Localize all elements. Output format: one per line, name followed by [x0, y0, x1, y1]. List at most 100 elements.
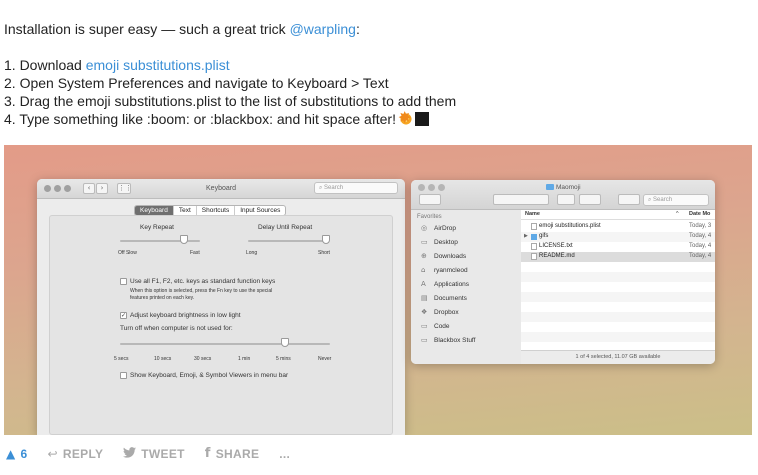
- tick-5-secs: 5 secs: [114, 356, 129, 362]
- step-1: 1. Download emoji substitutions.plist: [4, 57, 230, 73]
- tick-1-min: 1 min: [238, 356, 251, 362]
- finder-zoom-icon: [438, 184, 445, 191]
- tab-text: Text: [174, 206, 197, 215]
- desktop-icon: ▭: [421, 238, 428, 246]
- turn-off-knob: [281, 338, 289, 347]
- finder-sidebar: Favorites ◎ AirDrop ▭ Desktop ⊕ Downloads ⌂…: [411, 210, 521, 364]
- view-mode-buttons: [493, 194, 549, 205]
- brightness-checkbox: ✓: [120, 312, 127, 319]
- step-3: 3. Drag the emoji substitutions.plist to…: [4, 93, 457, 109]
- tab-input-sources: Input Sources: [240, 207, 281, 214]
- sidebar-item-code: ▭ Code: [421, 322, 450, 330]
- tweet-button[interactable]: TWEET: [123, 447, 185, 461]
- key-repeat-max-label: Fast: [190, 250, 200, 256]
- intro-line: Installation is super easy — such a grea…: [4, 21, 360, 37]
- share-button[interactable]: f SHARE: [205, 446, 259, 461]
- downloads-icon: ⊕: [421, 252, 427, 260]
- boom-emoji-icon: [398, 109, 413, 127]
- finder-search-field: ⌕ Search: [643, 194, 709, 206]
- tab-shortcuts: Shortcuts: [197, 206, 236, 215]
- key-repeat-label: Key Repeat: [140, 224, 174, 231]
- document-icon: [531, 223, 537, 230]
- delay-knob: [322, 235, 330, 244]
- reply-button[interactable]: ↩ REPLY: [48, 447, 104, 461]
- turn-off-slider: [120, 343, 330, 345]
- sidebar-item-dropbox: ❖ Dropbox: [421, 308, 459, 316]
- fn-keys-checkbox: [120, 278, 127, 285]
- applications-icon: A: [421, 280, 426, 288]
- post-actions: ▲ 6 ↩ REPLY TWEET f SHARE ...: [6, 446, 310, 461]
- share-icon: [618, 194, 640, 205]
- viewers-checkbox: [120, 372, 127, 379]
- tick-10-secs: 10 secs: [154, 356, 172, 362]
- sidebar-item-blackbox-stuff: ▭ Blackbox Stuff: [421, 336, 476, 344]
- key-repeat-min-label: Off Slow: [118, 250, 137, 256]
- file-row: emoji substitutions.plist Today, 3: [521, 222, 715, 232]
- turn-off-label: Turn off when computer is not used for:: [120, 325, 233, 332]
- post-body: Installation is super easy — such a grea…: [4, 20, 456, 128]
- step-4: 4. Type something like :boom: or :blackb…: [4, 109, 456, 128]
- keyboard-panel: Key Repeat Delay Until Repeat Off Slow F…: [49, 215, 393, 435]
- finder-status-bar: 1 of 4 selected, 11.07 GB available: [521, 350, 715, 364]
- delay-slider: [248, 240, 328, 242]
- sidebar-item-home: ⌂ ryanmcleod: [421, 266, 468, 274]
- keyboard-window-titlebar: ‹ › ⋮⋮ Keyboard ⌕ Search: [37, 179, 405, 199]
- delay-min-label: Long: [246, 250, 258, 256]
- file-row: ▶ gifs Today, 4: [524, 233, 712, 240]
- finder-folder-title: Maomoji: [546, 184, 581, 191]
- action-gear-icon: [579, 194, 601, 205]
- disclosure-triangle-icon: ▶: [524, 233, 528, 239]
- twitter-bird-icon: [123, 446, 137, 461]
- column-date: Date Mo: [689, 211, 711, 217]
- sidebar-item-desktop: ▭ Desktop: [421, 238, 458, 246]
- more-options-button[interactable]: ...: [279, 447, 290, 461]
- tab-keyboard: Keyboard: [135, 206, 174, 215]
- fn-keys-desc-1: When this option is selected, press the …: [130, 288, 273, 294]
- reply-icon: ↩: [47, 446, 58, 461]
- vote-count: 6: [20, 446, 28, 461]
- sort-arrow-icon: ^: [676, 211, 679, 217]
- fn-keys-label: Use all F1, F2, etc. keys as standard fu…: [130, 278, 276, 285]
- brightness-label: Adjust keyboard brightness in low light: [130, 312, 241, 319]
- tick-5-mins: 5 mins: [276, 356, 291, 362]
- arrange-icon: [557, 194, 575, 205]
- viewers-label: Show Keyboard, Emoji, & Symbol Viewers i…: [130, 372, 289, 379]
- facebook-icon: f: [204, 446, 211, 461]
- key-repeat-knob: [180, 235, 188, 244]
- favorites-header: Favorites: [417, 214, 442, 220]
- airdrop-icon: ◎: [421, 224, 428, 232]
- finder-minimize-icon: [428, 184, 435, 191]
- sidebar-item-applications: A Applications: [421, 280, 470, 288]
- document-icon: [531, 243, 537, 250]
- upvote-button[interactable]: ▲ 6: [6, 447, 28, 461]
- upvote-arrow-icon: ▲: [6, 446, 16, 461]
- sidebar-item-airdrop: ◎ AirDrop: [421, 224, 457, 232]
- finder-close-icon: [418, 184, 425, 191]
- column-name: Name: [525, 211, 540, 217]
- step-2: 2. Open System Preferences and navigate …: [4, 75, 389, 91]
- dropbox-icon: ❖: [421, 308, 428, 316]
- mention-link[interactable]: @warpling: [290, 21, 356, 37]
- home-icon: ⌂: [421, 266, 426, 274]
- tick-30-secs: 30 secs: [194, 356, 212, 362]
- delay-max-label: Short: [318, 250, 330, 256]
- sidebar-item-documents: ▤ Documents: [421, 294, 467, 302]
- finder-window: Maomoji ⌕ Search Favorites ◎ AirDrop ▭ Des…: [411, 180, 715, 364]
- tick-never: Never: [318, 356, 332, 362]
- finder-nav-buttons: [419, 194, 441, 205]
- plist-download-link[interactable]: emoji substitutions.plist: [86, 57, 230, 73]
- black-square-emoji-icon: [414, 112, 429, 126]
- fn-keys-desc-2: features printed on each key.: [130, 295, 195, 301]
- delay-until-repeat-label: Delay Until Repeat: [258, 224, 313, 231]
- finder-titlebar: Maomoji ⌕ Search: [411, 180, 715, 210]
- file-row-selected: README.md Today, 4: [521, 252, 715, 262]
- finder-file-list: Name ^ Date Mo emoji substitutions.plist…: [521, 210, 715, 350]
- keyboard-preferences-window: ‹ › ⋮⋮ Keyboard ⌕ Search Keyboard Text S…: [37, 179, 405, 435]
- document-icon: [531, 253, 537, 260]
- sidebar-item-downloads: ⊕ Downloads: [421, 252, 467, 260]
- folder-icon: ▭: [421, 322, 428, 330]
- key-repeat-slider: [120, 240, 200, 242]
- folder-icon: [531, 234, 537, 240]
- keyboard-search-field: ⌕ Search: [314, 182, 398, 194]
- file-list-header: Name ^ Date Mo: [521, 210, 715, 220]
